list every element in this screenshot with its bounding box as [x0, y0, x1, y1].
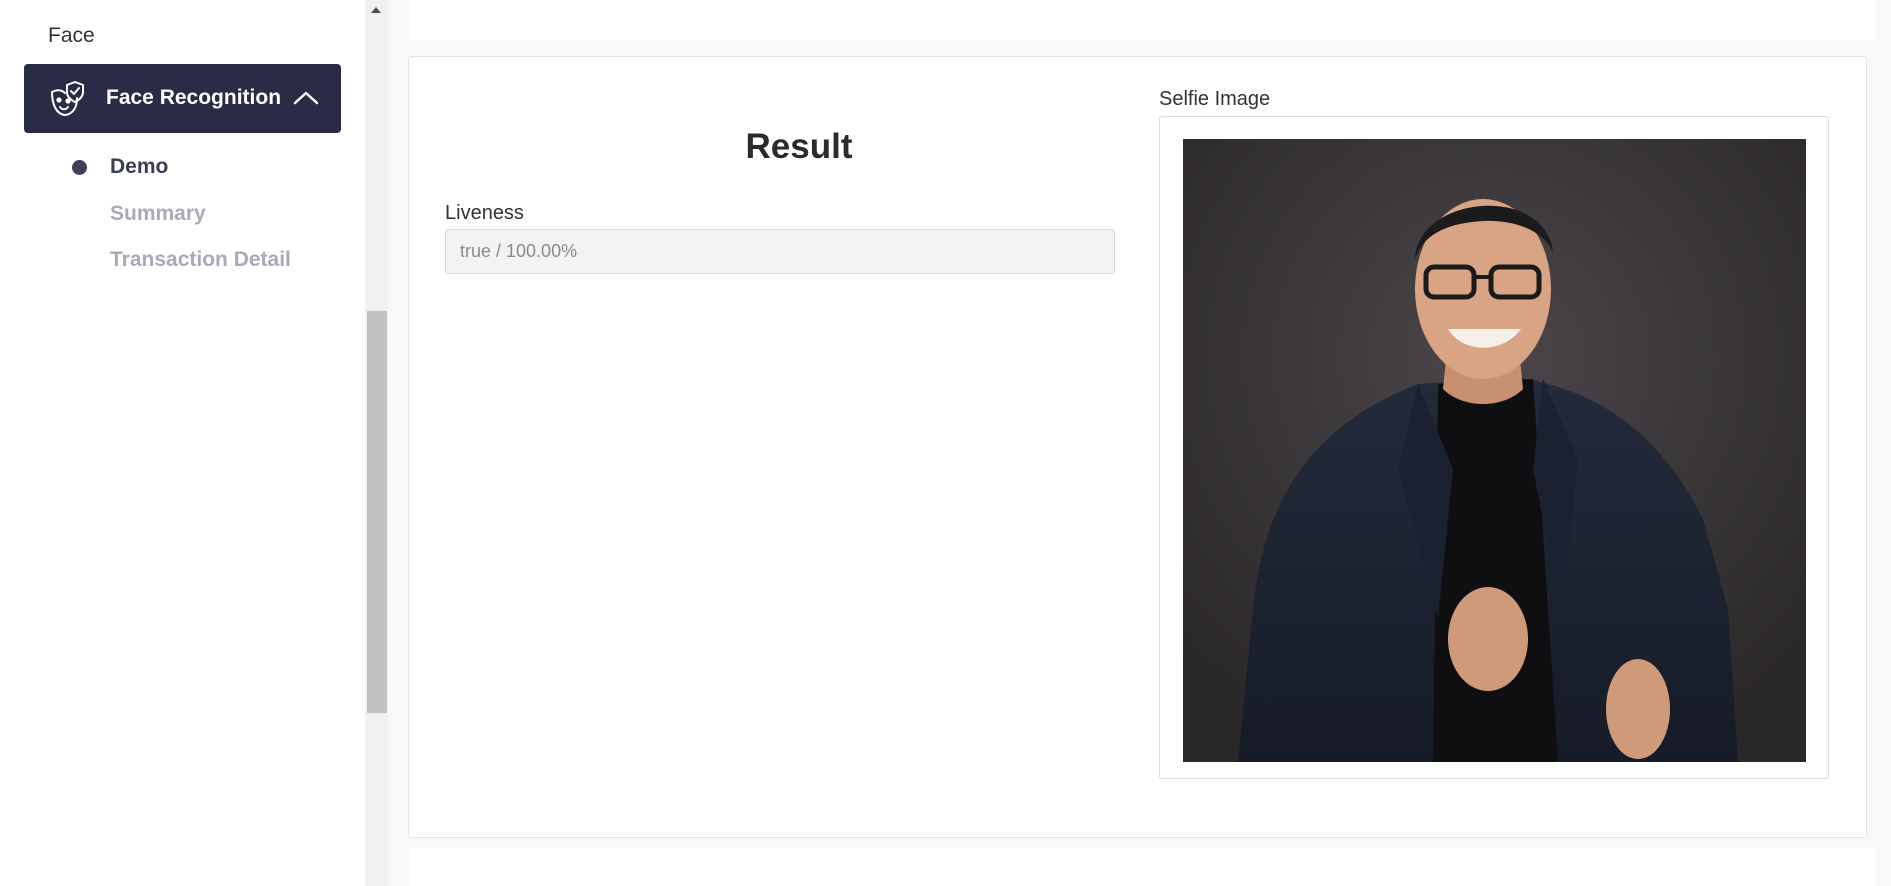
- liveness-label: Liveness: [445, 202, 524, 224]
- selfie-image-frame: [1159, 116, 1829, 779]
- scrollbar-thumb[interactable]: [367, 311, 387, 713]
- result-title: Result: [745, 127, 853, 166]
- bottom-card: [410, 848, 1876, 886]
- sidebar-subitem-demo[interactable]: Demo: [110, 155, 168, 179]
- sidebar: Face Face Recognition Demo Summary Trans…: [0, 0, 365, 886]
- sidebar-item-label: Face Recognition: [106, 86, 282, 109]
- sidebar-subitem-summary[interactable]: Summary: [110, 202, 206, 226]
- face-mask-shield-icon: [48, 80, 86, 118]
- chevron-up-icon[interactable]: [292, 86, 320, 110]
- sidebar-item-face-recognition[interactable]: Face Recognition: [24, 64, 341, 133]
- sidebar-section-label: Face: [48, 24, 95, 47]
- liveness-field[interactable]: [445, 229, 1115, 274]
- result-card: Result Liveness Selfie Image: [408, 56, 1867, 838]
- scroll-up-arrow-icon[interactable]: [371, 7, 381, 13]
- sidebar-scrollbar[interactable]: [365, 0, 388, 886]
- selfie-photo: [1183, 139, 1806, 762]
- selfie-image-label: Selfie Image: [1159, 88, 1271, 110]
- sidebar-subitem-transaction-detail[interactable]: Transaction Detail: [110, 248, 291, 272]
- active-bullet-icon: [72, 160, 87, 175]
- top-card: [410, 0, 1876, 40]
